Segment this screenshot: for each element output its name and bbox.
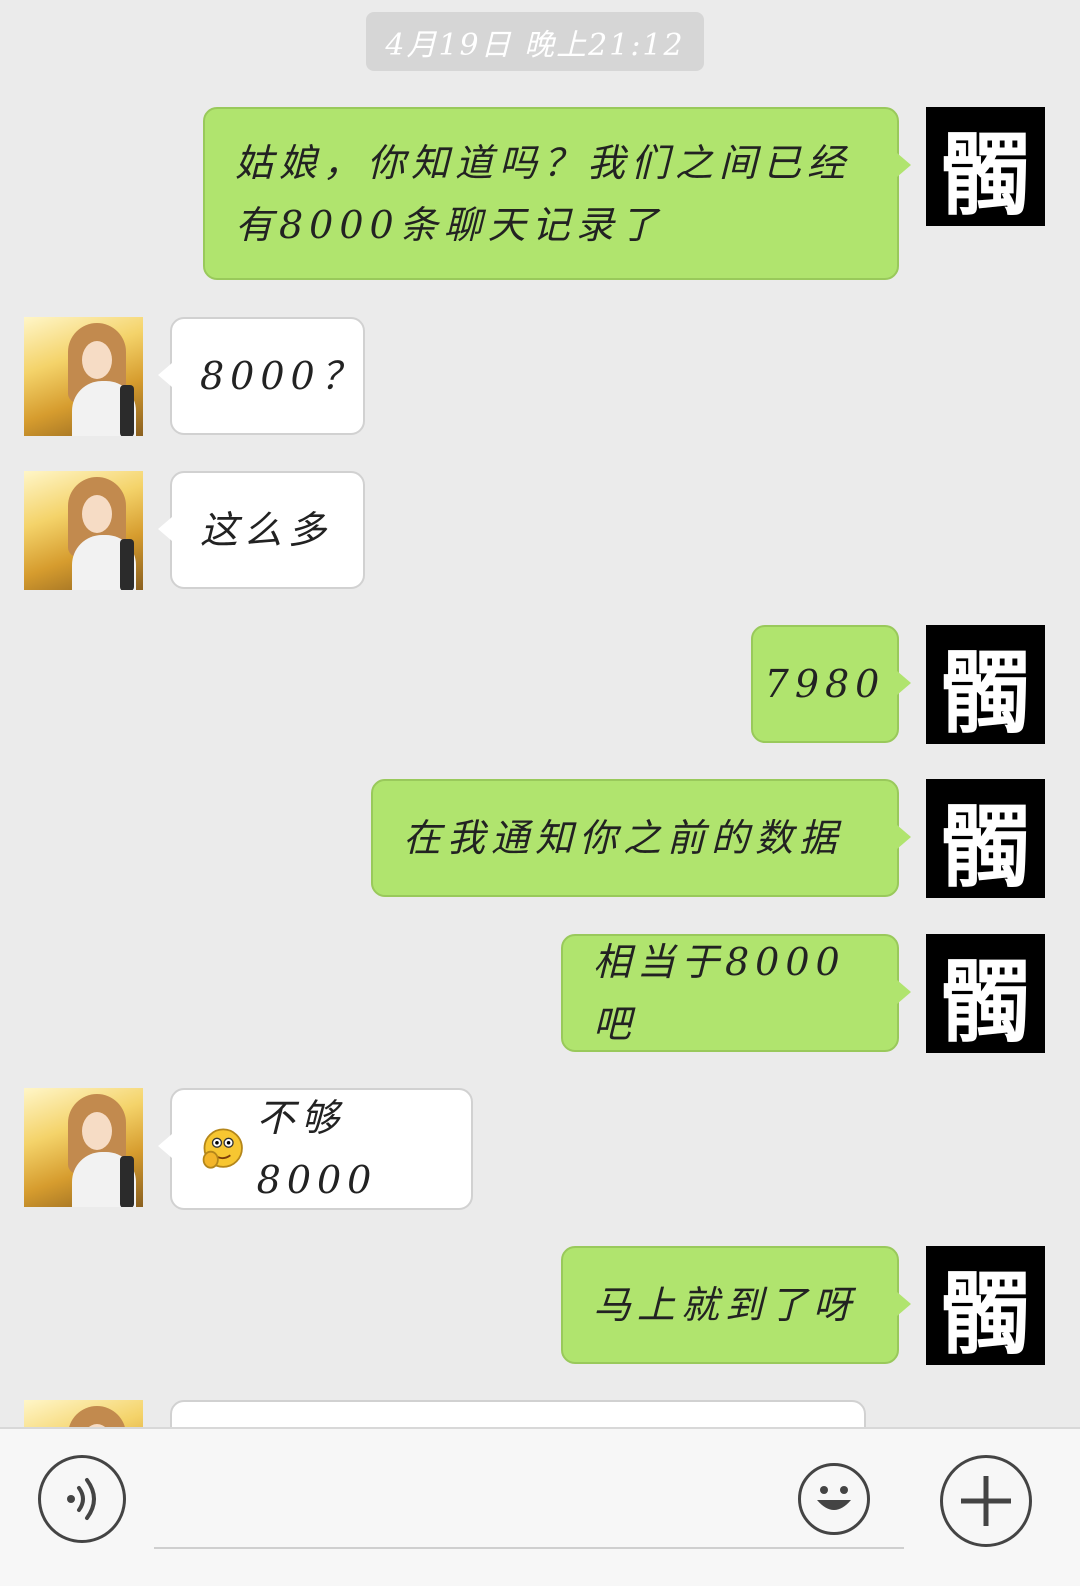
message-text: 这么多 xyxy=(200,508,333,552)
my-avatar[interactable]: 髑 xyxy=(926,779,1045,900)
thinking-emoji-icon xyxy=(202,1128,243,1169)
chat-input-bar xyxy=(0,1427,1080,1586)
outgoing-message-bubble[interactable]: 相当于8000吧 xyxy=(561,934,911,1052)
contact-avatar[interactable] xyxy=(24,471,143,590)
chat-area[interactable]: 4月19日 晚上21:12 姑娘，你知道吗？我们之间已经有8000条聊天记录了 … xyxy=(0,0,1080,1427)
voice-wave-icon xyxy=(67,1478,96,1520)
outgoing-message-bubble[interactable]: 姑娘，你知道吗？我们之间已经有8000条聊天记录了 xyxy=(203,107,911,280)
incoming-message-bubble[interactable]: 这么多 xyxy=(158,471,365,589)
my-avatar[interactable]: 髑 xyxy=(926,107,1045,228)
message-text: 马上就到了呀 xyxy=(593,1283,858,1327)
incoming-message-bubble[interactable]: 8000？ xyxy=(158,317,365,435)
message-text: 在我通知你之前的数据 xyxy=(403,816,844,860)
message-text: 相当于8000吧 xyxy=(593,940,846,1046)
outgoing-message-bubble[interactable]: 7980 xyxy=(751,625,911,743)
my-avatar[interactable]: 髑 xyxy=(926,934,1045,1055)
my-avatar[interactable]: 髑 xyxy=(926,625,1045,746)
emoji-button[interactable] xyxy=(798,1463,870,1535)
message-text: 8000？ xyxy=(200,354,365,398)
incoming-message-bubble[interactable]: 不够8000 xyxy=(158,1088,473,1210)
plus-button[interactable] xyxy=(940,1455,1032,1547)
outgoing-message-bubble[interactable]: 在我通知你之前的数据 xyxy=(371,779,911,897)
smiley-face-icon xyxy=(817,1486,851,1510)
message-text: 不够8000 xyxy=(256,1096,378,1202)
outgoing-message-bubble[interactable]: 马上就到了呀 xyxy=(561,1246,911,1364)
voice-toggle-button[interactable] xyxy=(38,1455,126,1543)
contact-avatar[interactable] xyxy=(24,1400,143,1427)
contact-avatar[interactable] xyxy=(24,317,143,436)
contact-avatar[interactable] xyxy=(24,1088,143,1207)
message-text: 7980 xyxy=(764,662,886,706)
message-input[interactable] xyxy=(154,1459,904,1549)
plus-icon xyxy=(961,1476,1011,1526)
message-text: 姑娘，你知道吗？我们之间已经有8000条聊天记录了 xyxy=(235,140,852,247)
incoming-message-bubble[interactable] xyxy=(170,1400,866,1427)
my-avatar[interactable]: 髑 xyxy=(926,1246,1045,1367)
chat-timestamp: 4月19日 晚上21:12 xyxy=(366,12,704,71)
